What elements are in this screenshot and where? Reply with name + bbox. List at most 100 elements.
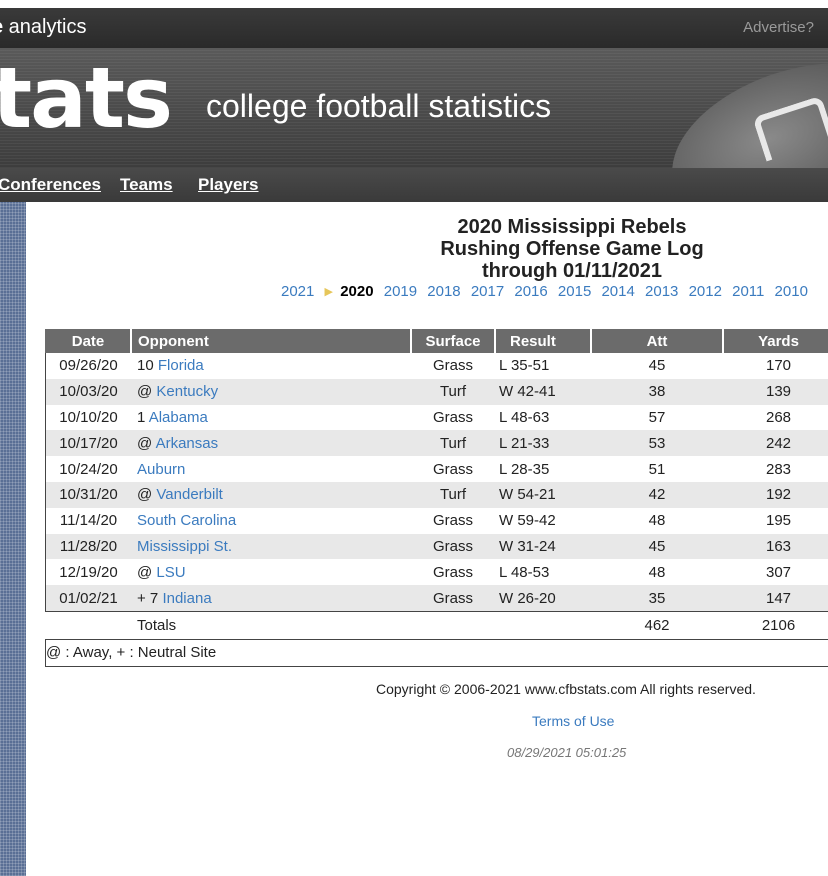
cell-yards: 139: [723, 378, 828, 405]
table-row: 11/14/20 South Carolina Grass W 59-42 48 195: [45, 507, 828, 534]
year-link-2018[interactable]: 2018: [427, 283, 460, 300]
opponent-prefix: @: [137, 383, 153, 401]
cell-att: 48: [648, 563, 666, 581]
year-link-2019[interactable]: 2019: [384, 283, 417, 300]
table-row: 12/19/20 @ LSU Grass L 48-53 48 307: [45, 559, 828, 586]
cell-date: 10/24/20: [45, 456, 131, 482]
cell-date: 01/02/21: [45, 585, 131, 612]
cell-att: 38: [591, 378, 723, 405]
cell-date: 11/28/20: [45, 533, 131, 560]
cell-result: W 31-24: [495, 533, 591, 560]
cell-att: 48: [648, 512, 666, 530]
cell-result: L 21-33: [495, 430, 591, 457]
year-link-2014[interactable]: 2014: [601, 283, 634, 300]
table-row: 10/31/20 @ Vanderbilt Turf W 54-21 42 192: [45, 481, 828, 508]
table-row: 01/02/21 + 7 Indiana Grass W 26-20 35 147: [45, 585, 828, 612]
cell-result: L 48-53: [499, 563, 550, 581]
cell-result: W 59-42: [499, 512, 556, 530]
opponent-prefix: @: [137, 486, 153, 504]
year-link-2012[interactable]: 2012: [689, 283, 722, 300]
opponent-link[interactable]: Florida: [158, 357, 204, 374]
opponent-prefix: + 7: [137, 589, 159, 607]
opponent-link[interactable]: Kentucky: [156, 383, 218, 400]
opponent-link[interactable]: Indiana: [162, 590, 211, 607]
cell-opponent: @ Arkansas: [131, 430, 411, 457]
year-link-2011[interactable]: 2011: [732, 283, 764, 300]
cell-surface: Turf: [411, 378, 495, 405]
year-link-2015[interactable]: 2015: [558, 283, 591, 300]
table-row: 10/10/20 1 Alabama Grass L 48-63 57 268: [45, 404, 828, 431]
year-link-2016[interactable]: 2016: [514, 283, 547, 300]
cell-yards: 283: [765, 460, 792, 478]
opponent-link[interactable]: Mississippi St.: [137, 538, 232, 555]
col-header-yards: Yards: [723, 329, 828, 353]
year-link-2010[interactable]: 2010: [775, 283, 808, 300]
cell-opponent: 1 Alabama: [131, 405, 411, 431]
terms-of-use-link[interactable]: Terms of Use: [532, 713, 614, 729]
cell-yards: 268: [765, 408, 792, 426]
opponent-prefix: 1: [137, 408, 146, 426]
col-header-date: Date: [45, 329, 132, 353]
cell-result: L 48-63: [499, 408, 550, 426]
cell-surface: Grass: [432, 512, 473, 530]
nav-conferences[interactable]: Conferences: [0, 175, 101, 195]
table-row: 10/17/20 @ Arkansas Turf L 21-33 53 242: [45, 430, 828, 457]
opponent-link[interactable]: Alabama: [149, 409, 208, 426]
cell-surface: Turf: [411, 430, 495, 457]
cell-surface: Grass: [411, 533, 495, 560]
opponent-link[interactable]: Auburn: [137, 461, 185, 478]
opponent-prefix: @: [137, 434, 153, 452]
col-header-result: Result: [495, 329, 592, 353]
cell-surface: Turf: [411, 481, 495, 508]
year-current: 2020: [340, 283, 374, 300]
year-link-2021[interactable]: 2021: [281, 283, 314, 300]
analytics-brand[interactable]: e analytics: [0, 16, 87, 39]
opponent-link[interactable]: Arkansas: [156, 435, 219, 452]
legend-row: @ : Away, + : Neutral Site: [45, 638, 828, 667]
opponent-link[interactable]: LSU: [156, 564, 185, 581]
table-header-row: Date Opponent Surface Result Att Yards: [45, 329, 828, 353]
cell-opponent: @ Kentucky: [131, 378, 411, 405]
analytics-bar: e analytics Advertise?: [0, 8, 828, 48]
opponent-prefix: 10: [137, 357, 154, 375]
nav-players[interactable]: Players: [198, 175, 259, 195]
copyright-text: Copyright © 2006-2021 www.cfbstats.com A…: [376, 681, 756, 697]
cell-date: 11/14/20: [45, 507, 131, 534]
page-title: 2020 Mississippi Rebels Rushing Offense …: [372, 216, 772, 282]
cell-yards: 307: [765, 563, 792, 581]
cell-yards: 192: [723, 481, 828, 508]
col-header-surface: Surface: [411, 329, 496, 353]
cell-opponent: Auburn: [131, 456, 411, 482]
top-strip: [0, 0, 828, 8]
totals-label: Totals: [131, 610, 411, 640]
title-report: Rushing Offense Game Log: [440, 238, 704, 260]
cell-surface: Grass: [432, 357, 473, 375]
cell-date: 10/31/20: [45, 481, 131, 508]
cell-att: 45: [648, 357, 666, 375]
cell-date: 10/10/20: [45, 404, 131, 431]
page-timestamp: 08/29/2021 05:01:25: [507, 745, 627, 760]
site-logo[interactable]: tats: [0, 56, 173, 140]
col-header-opponent: Opponent: [131, 329, 412, 353]
cell-opponent: @ LSU: [131, 559, 411, 585]
nav-teams[interactable]: Teams: [120, 175, 173, 195]
opponent-link[interactable]: Vanderbilt: [156, 486, 222, 503]
title-team: 2020 Mississippi Rebels: [457, 216, 687, 238]
current-year-arrow-icon: ▶: [324, 286, 334, 298]
year-link-2017[interactable]: 2017: [471, 283, 504, 300]
cell-surface: Grass: [411, 585, 495, 612]
cell-result: L 28-35: [499, 460, 550, 478]
col-header-att: Att: [591, 329, 724, 353]
table-body: 09/26/20 10 Florida Grass L 35-51 45 170 10/03…: [45, 353, 828, 667]
year-link-2013[interactable]: 2013: [645, 283, 678, 300]
cell-surface: Grass: [432, 408, 473, 426]
cell-opponent: @ Vanderbilt: [131, 481, 411, 508]
year-selector: 2021 ▶ 2020 2019 2018 2017 2016 2015 201…: [281, 283, 814, 300]
cell-att: 45: [591, 533, 723, 560]
advertise-link[interactable]: Advertise?: [743, 19, 814, 36]
totals-row: Totals 462 2106: [45, 610, 828, 640]
cell-yards: 195: [765, 512, 792, 530]
opponent-link[interactable]: South Carolina: [137, 512, 236, 529]
cell-surface: Grass: [432, 563, 473, 581]
game-log-table: Date Opponent Surface Result Att Yards 0…: [45, 329, 828, 667]
